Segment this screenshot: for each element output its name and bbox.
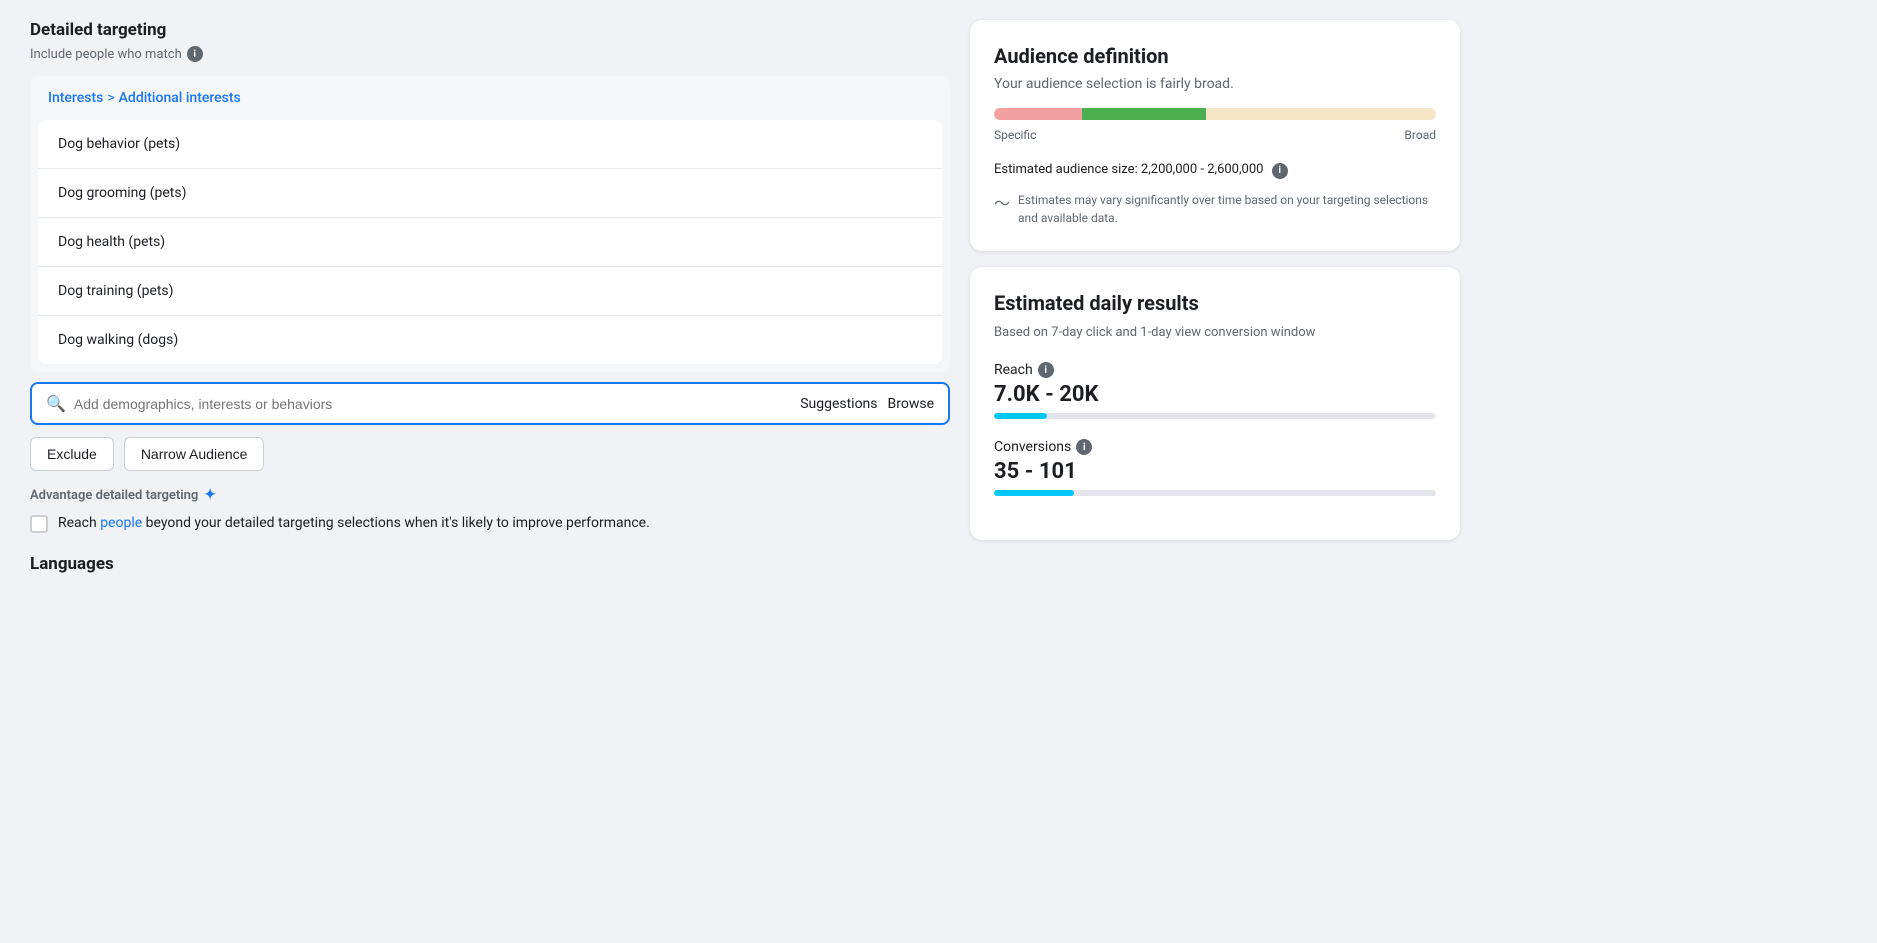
- advantage-text: Reach people beyond your detailed target…: [58, 513, 650, 534]
- meter-labels: Specific Broad: [994, 128, 1436, 142]
- button-row: Exclude Narrow Audience: [30, 437, 950, 471]
- audience-definition-card: Audience definition Your audience select…: [970, 20, 1460, 251]
- meter-label-broad: Broad: [1404, 128, 1436, 142]
- audience-size-info-icon[interactable]: i: [1272, 163, 1288, 179]
- interest-item-dog-training[interactable]: Dog training (pets): [38, 267, 942, 316]
- people-link[interactable]: people: [100, 515, 142, 531]
- breadcrumb-interests[interactable]: Interests: [48, 90, 103, 106]
- conversions-bar-container: [994, 490, 1436, 496]
- reach-bar-fill: [994, 413, 1047, 419]
- search-bar: 🔍 Suggestions Browse: [30, 382, 950, 425]
- reach-info-icon[interactable]: i: [1038, 362, 1054, 378]
- meter-segment-current: [1082, 108, 1206, 120]
- audience-card-title: Audience definition: [994, 44, 1436, 68]
- reach-value: 7.0K - 20K: [994, 382, 1436, 407]
- daily-results-subtitle: Based on 7-day click and 1-day view conv…: [994, 323, 1436, 343]
- meter-track: [994, 108, 1436, 120]
- search-input[interactable]: [74, 396, 792, 412]
- conversions-info-icon[interactable]: i: [1076, 439, 1092, 455]
- advantage-row: Reach people beyond your detailed target…: [30, 513, 950, 534]
- meter-label-specific: Specific: [994, 128, 1036, 142]
- meter-segment-broad: [1206, 108, 1436, 120]
- advantage-section: Advantage detailed targeting ✦ Reach peo…: [30, 487, 950, 534]
- interest-item-dog-behavior[interactable]: Dog behavior (pets): [38, 120, 942, 169]
- conversions-label: Conversions i: [994, 439, 1436, 455]
- interest-list: Dog behavior (pets) Dog grooming (pets) …: [38, 120, 942, 364]
- include-label: Include people who match i: [30, 46, 950, 62]
- audience-meter: [994, 108, 1436, 120]
- reach-label: Reach i: [994, 362, 1436, 378]
- reach-bar-container: [994, 413, 1436, 419]
- meter-segment-specific: [994, 108, 1082, 120]
- sparkle-icon: ✦: [204, 487, 216, 503]
- search-icon: 🔍: [46, 394, 66, 413]
- browse-link[interactable]: Browse: [888, 396, 934, 412]
- exclude-button[interactable]: Exclude: [30, 437, 114, 471]
- daily-results-title: Estimated daily results: [994, 291, 1436, 315]
- search-actions: Suggestions Browse: [800, 396, 934, 412]
- targeting-box: Interests > Additional interests Dog beh…: [30, 76, 950, 372]
- conversions-value: 35 - 101: [994, 459, 1436, 484]
- daily-results-card: Estimated daily results Based on 7-day c…: [970, 267, 1460, 541]
- section-title: Detailed targeting: [30, 20, 950, 40]
- conversions-bar-fill: [994, 490, 1074, 496]
- interest-item-dog-health[interactable]: Dog health (pets): [38, 218, 942, 267]
- interest-item-dog-grooming[interactable]: Dog grooming (pets): [38, 169, 942, 218]
- languages-section: Languages: [30, 554, 950, 574]
- interest-item-dog-walking[interactable]: Dog walking (dogs): [38, 316, 942, 364]
- right-panel: Audience definition Your audience select…: [970, 20, 1460, 923]
- info-icon[interactable]: i: [187, 46, 203, 62]
- breadcrumb-separator: >: [107, 90, 114, 106]
- audience-card-subtitle: Your audience selection is fairly broad.: [994, 76, 1436, 92]
- breadcrumb: Interests > Additional interests: [30, 76, 950, 120]
- estimate-note: 〜 Estimates may vary significantly over …: [994, 191, 1436, 227]
- trend-icon: 〜: [994, 192, 1010, 216]
- audience-size-text: Estimated audience size: 2,200,000 - 2,6…: [994, 162, 1436, 179]
- narrow-audience-button[interactable]: Narrow Audience: [124, 437, 265, 471]
- advantage-checkbox-wrap: [30, 515, 48, 533]
- languages-title: Languages: [30, 554, 950, 574]
- breadcrumb-additional-interests[interactable]: Additional interests: [119, 90, 241, 106]
- suggestions-link[interactable]: Suggestions: [800, 396, 877, 412]
- advantage-checkbox[interactable]: [30, 515, 48, 533]
- advantage-title: Advantage detailed targeting ✦: [30, 487, 950, 503]
